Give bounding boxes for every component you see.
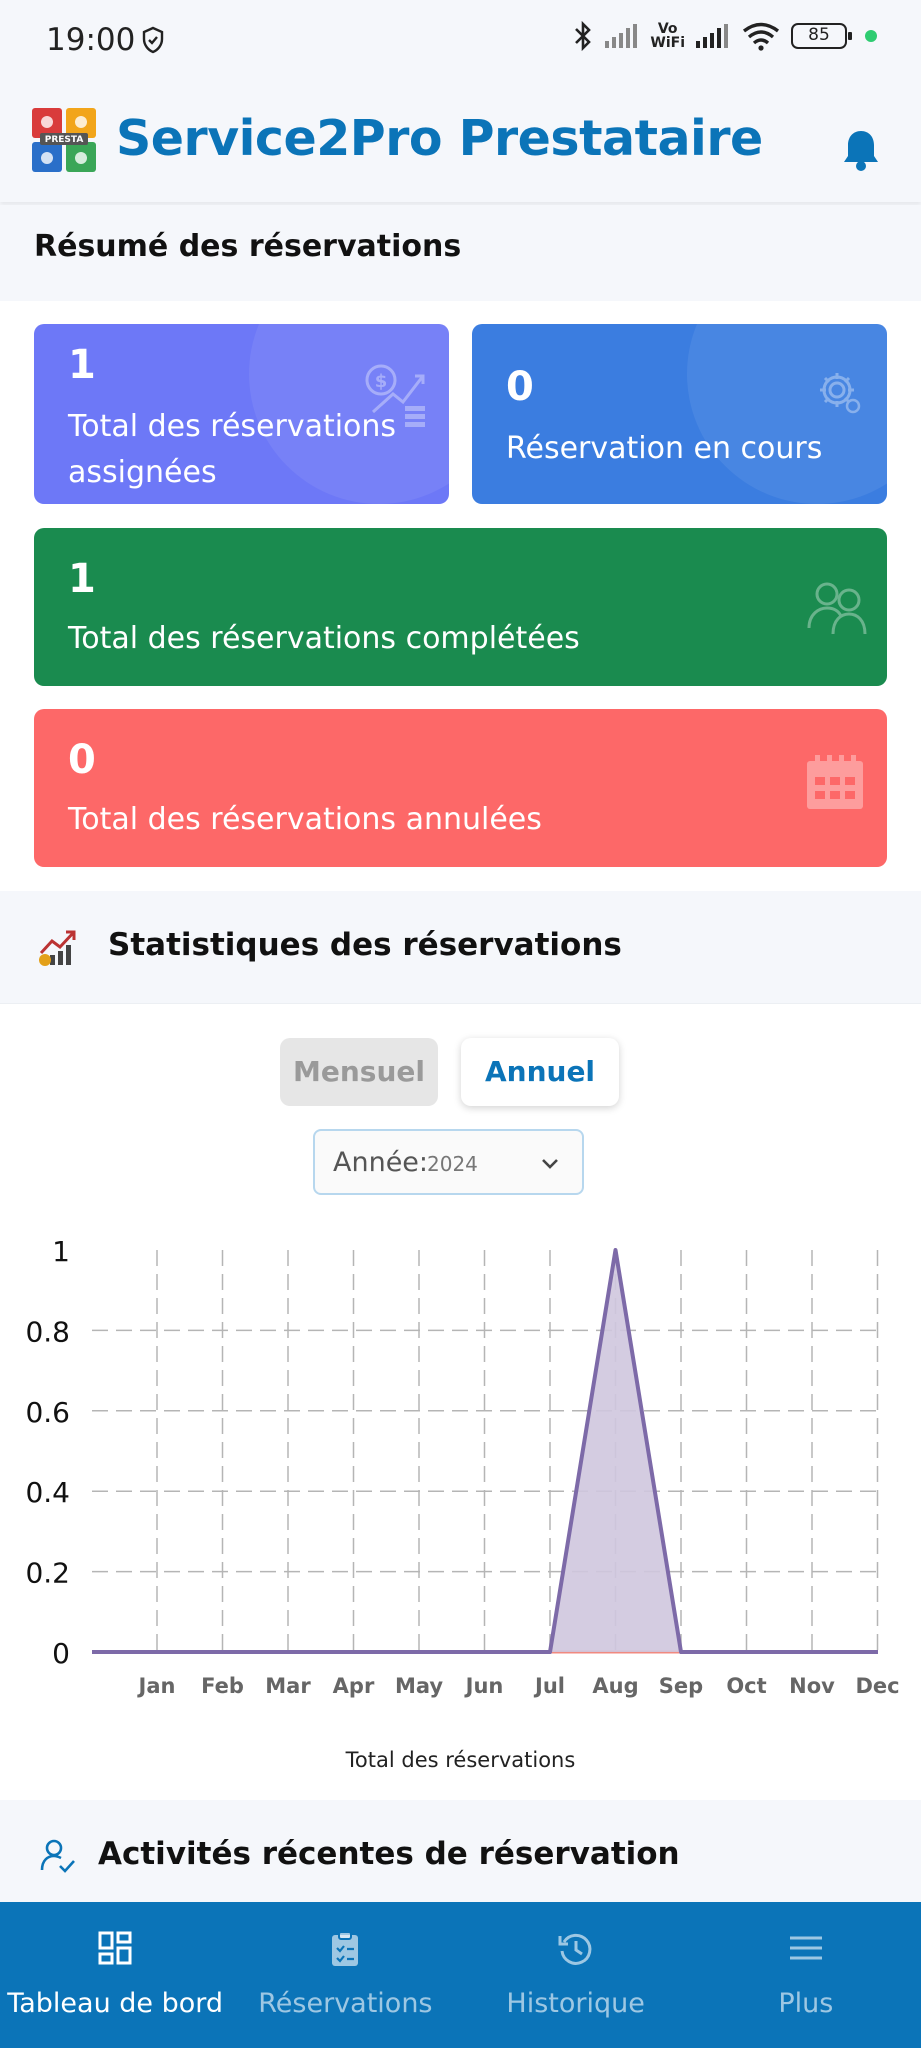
nav-label: Réservations xyxy=(258,1988,433,2019)
user-check-icon xyxy=(40,1839,75,1873)
y-tick-label: 0.2 xyxy=(25,1557,70,1590)
notification-bell-icon[interactable] xyxy=(841,128,881,172)
year-select-value: 2024 xyxy=(427,1152,478,1176)
y-tick-label: 1 xyxy=(52,1235,70,1268)
battery-indicator: 85 xyxy=(791,23,852,49)
x-tick-label: Oct xyxy=(726,1674,766,1698)
svg-text:$: $ xyxy=(375,371,388,392)
vowifi-indicator: Vo WiFi xyxy=(650,22,685,50)
status-indicators: Vo WiFi 85 xyxy=(572,20,877,52)
activity-section-header: Activités récentes de réservation xyxy=(0,1800,921,1902)
logo-text: PRESTA xyxy=(45,135,84,145)
users-icon xyxy=(807,582,867,634)
gear-icon xyxy=(820,373,861,414)
y-tick-label: 0.8 xyxy=(25,1315,70,1348)
status-time: 19:00 xyxy=(46,22,136,58)
card-count: 0 xyxy=(506,364,534,410)
x-tick-label: Apr xyxy=(333,1674,375,1698)
dashboard-icon xyxy=(98,1931,132,1965)
menu-icon xyxy=(789,1936,822,1960)
money-growth-icon: $ xyxy=(365,364,425,427)
x-tick-label: Mar xyxy=(265,1674,311,1698)
card-label: Réservation en cours xyxy=(506,431,823,466)
chart-growth-icon xyxy=(39,930,76,966)
card-count: 1 xyxy=(68,342,96,388)
x-tick-label: Nov xyxy=(789,1674,835,1698)
shield-icon xyxy=(142,26,164,54)
app-header: PRESTA Service2Pro Prestataire xyxy=(0,78,921,202)
x-tick-label: Jan xyxy=(137,1674,176,1698)
card-bookings-in-progress[interactable]: 0 Réservation en cours xyxy=(472,324,887,504)
nav-item-more[interactable]: Plus xyxy=(691,1902,921,2048)
y-tick-label: 0.6 xyxy=(25,1396,70,1429)
nav-label: Historique xyxy=(506,1988,645,2019)
calendar-icon xyxy=(807,755,863,809)
nav-item-dashboard[interactable]: Tableau de bord xyxy=(0,1902,230,2048)
summary-title: Résumé des réservations xyxy=(34,229,462,264)
signal-icon xyxy=(696,24,728,48)
activity-title: Activités récentes de réservation xyxy=(98,1836,680,1872)
annual-toggle-button[interactable]: Annuel xyxy=(461,1038,619,1106)
nav-item-history[interactable]: Historique xyxy=(461,1902,691,2048)
nav-item-reservations[interactable]: Réservations xyxy=(230,1902,460,2048)
year-select-label: Année: xyxy=(333,1147,429,1178)
app-title: Service2Pro Prestataire xyxy=(116,110,763,167)
card-label: Total des réservations annulées xyxy=(68,802,542,837)
card-count: 1 xyxy=(68,556,96,602)
nav-label: Tableau de bord xyxy=(7,1988,224,2019)
bottom-navigation: Tableau de bord Réservations Historique … xyxy=(0,1902,921,2048)
y-tick-label: 0.4 xyxy=(25,1476,70,1509)
chart-legend: Total des réservations xyxy=(345,1748,576,1772)
card-count: 0 xyxy=(68,737,96,783)
history-icon xyxy=(558,1933,592,1965)
monthly-toggle-button[interactable]: Mensuel xyxy=(280,1038,438,1106)
vowifi-bottom: WiFi xyxy=(650,35,685,51)
x-tick-label: Aug xyxy=(592,1674,638,1698)
card-label: Total des réservations complétées xyxy=(68,621,580,656)
bluetooth-icon xyxy=(575,20,592,52)
x-tick-label: Jun xyxy=(464,1674,504,1698)
stats-title: Statistiques des réservations xyxy=(108,927,622,963)
status-bar: 19:00 Vo WiFi 85 xyxy=(0,0,921,78)
x-tick-label: May xyxy=(395,1674,443,1698)
card-assigned-bookings[interactable]: 1 Total des réservations assignées $ xyxy=(34,324,449,504)
x-tick-label: Jul xyxy=(533,1674,565,1698)
card-completed-bookings[interactable]: 1 Total des réservations complétées xyxy=(34,528,887,686)
app-logo: PRESTA xyxy=(32,108,96,172)
stats-section-header: Statistiques des réservations xyxy=(0,891,921,1003)
x-tick-label: Feb xyxy=(201,1674,244,1698)
clipboard-icon xyxy=(332,1931,359,1966)
chevron-down-icon xyxy=(542,1159,558,1169)
card-cancelled-bookings[interactable]: 0 Total des réservations annulées xyxy=(34,709,887,867)
vowifi-top: Vo xyxy=(657,21,678,37)
x-tick-label: Sep xyxy=(659,1674,703,1698)
x-tick-label: Dec xyxy=(855,1674,899,1698)
year-select[interactable]: Année: 2024 xyxy=(313,1129,584,1195)
y-tick-label: 0 xyxy=(52,1637,70,1670)
summary-section-header: Résumé des réservations xyxy=(0,205,921,301)
card-label: Total des réservations assignées xyxy=(68,409,397,490)
nav-label: Plus xyxy=(778,1988,834,2019)
bookings-chart: 0 0.2 0.4 0.6 0.8 1 Jan Feb Mar Apr May Jun Jul Aug Se… xyxy=(25,1235,899,1698)
privacy-dot xyxy=(865,30,877,42)
signal-icon xyxy=(605,24,638,48)
wifi-icon xyxy=(742,22,780,51)
